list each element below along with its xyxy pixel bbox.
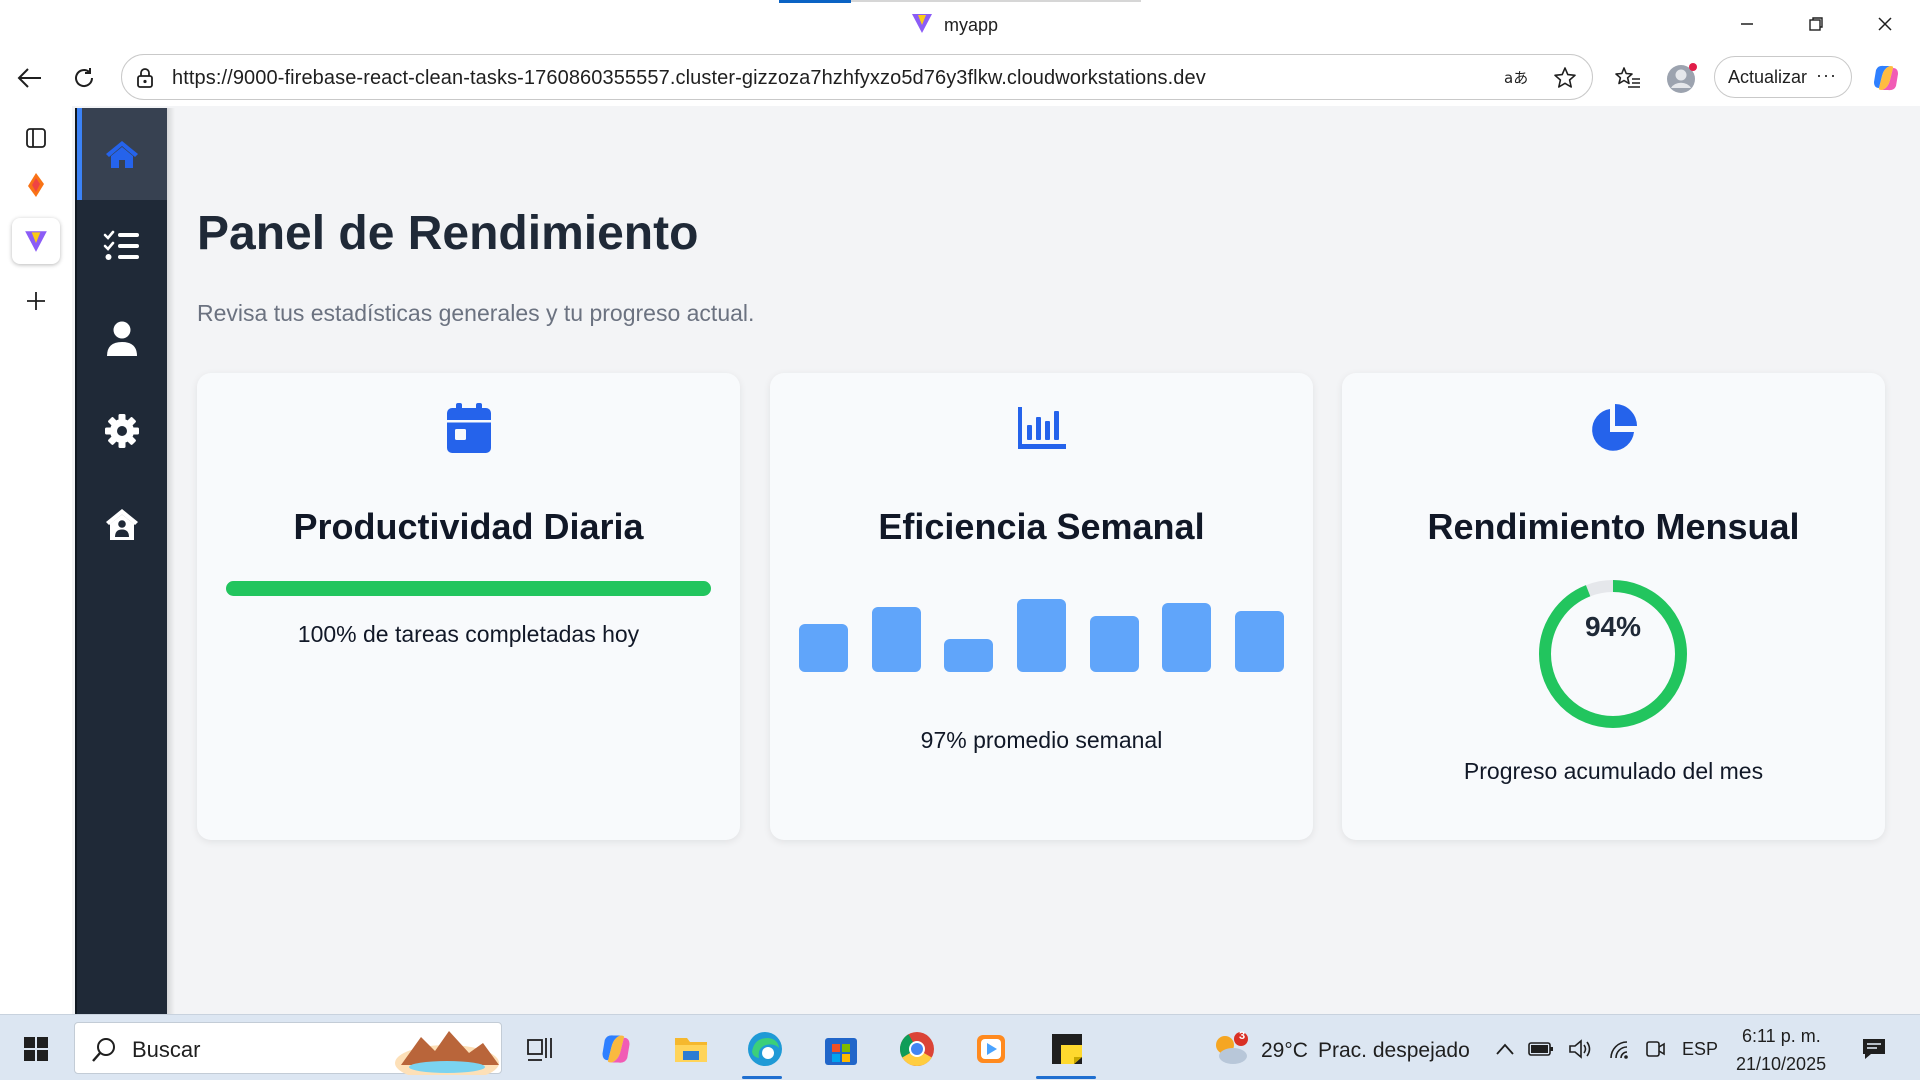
svg-text:aあ: aあ (1504, 69, 1528, 87)
card-title: Productividad Diaria (293, 506, 644, 547)
update-button[interactable]: Actualizar ··· (1714, 56, 1852, 98)
card-title: Rendimiento Mensual (1427, 506, 1800, 547)
back-button[interactable] (10, 60, 50, 96)
monthly-progress-ring: 94% (1537, 578, 1689, 730)
page-title: Panel de Rendimiento (197, 207, 699, 260)
page-subtitle: Revisa tus estadísticas generales y tu p… (197, 300, 755, 326)
card-title: Eficiencia Semanal (878, 506, 1205, 547)
search-placeholder: Buscar (132, 1037, 201, 1062)
card-weekly-efficiency: Eficiencia Semanal 97% promedio semanal (770, 373, 1313, 840)
browser-vertical-tabs (0, 106, 72, 1014)
daily-progress-bar (226, 581, 711, 596)
weather-badge: 3 (1239, 1030, 1246, 1042)
nav-item-tasks[interactable] (77, 200, 167, 292)
refresh-button[interactable] (64, 60, 104, 96)
nav-item-settings[interactable] (77, 385, 167, 477)
tab-actions-button[interactable] (12, 115, 60, 161)
media-player-icon[interactable] (969, 1027, 1013, 1071)
weekly-bar (1235, 610, 1284, 672)
battery-icon[interactable] (1524, 1027, 1558, 1071)
browser-toolbar: https://9000-firebase-react-clean-tasks-… (0, 50, 1920, 106)
user-icon (107, 321, 137, 356)
copilot-taskbar-icon[interactable] (594, 1027, 638, 1071)
favorites-button[interactable] (1608, 60, 1648, 96)
file-explorer-icon[interactable] (669, 1027, 713, 1071)
address-bar[interactable]: https://9000-firebase-react-clean-tasks-… (121, 54, 1593, 100)
edge-taskbar-icon[interactable] (743, 1027, 787, 1071)
close-button[interactable] (1862, 8, 1908, 40)
clock-time[interactable]: 6:11 p. m. (1742, 1026, 1821, 1047)
restore-button[interactable] (1793, 8, 1839, 40)
search-icon (91, 1037, 117, 1068)
weekly-bar (872, 606, 921, 672)
ring-percent-label: 94% (1584, 611, 1642, 642)
lock-icon[interactable] (132, 66, 158, 90)
card-caption: 97% promedio semanal (920, 727, 1163, 753)
windows-start-icon[interactable] (14, 1027, 58, 1071)
home-icon (106, 141, 138, 168)
weather-icon[interactable]: 3 (1209, 1027, 1253, 1071)
active-tab-indicator (779, 0, 851, 3)
nav-item-team[interactable] (77, 478, 167, 570)
sidebar-shadow (167, 108, 175, 1014)
nav-item-home[interactable] (77, 108, 167, 200)
url-text[interactable]: https://9000-firebase-react-clean-tasks-… (172, 67, 1206, 90)
weekly-bar (1017, 598, 1066, 672)
wifi-icon[interactable] (1602, 1027, 1636, 1071)
window-title: myapp (910, 11, 998, 40)
vite-logo-icon (910, 11, 934, 40)
profile-avatar[interactable] (1662, 60, 1702, 96)
nav-item-profile[interactable] (77, 293, 167, 385)
firebase-tab-icon[interactable] (12, 162, 60, 208)
vite-tab-icon[interactable] (12, 218, 60, 264)
card-caption: 100% de tareas completadas hoy (297, 621, 640, 647)
weather-description[interactable]: Prac. despejado (1318, 1039, 1470, 1063)
pie-chart-icon (1342, 401, 1885, 455)
update-label: Actualizar (1728, 66, 1808, 87)
taskbar: Buscar 3 29°C Prac. despejado ESP 6:11 p… (0, 1014, 1920, 1080)
taskbar-search[interactable]: Buscar (74, 1022, 502, 1080)
copilot-icon[interactable] (1866, 60, 1906, 96)
task-view-icon[interactable] (518, 1027, 562, 1071)
chevron-up-icon[interactable] (1488, 1027, 1522, 1071)
weather-temperature[interactable]: 29°C (1261, 1039, 1308, 1063)
card-caption: Progreso acumulado del mes (1463, 758, 1764, 784)
sticky-notes-active-indicator (1036, 1076, 1096, 1079)
volume-icon[interactable] (1563, 1027, 1597, 1071)
more-options-icon[interactable]: ··· (1816, 65, 1837, 86)
minimize-button[interactable] (1724, 8, 1770, 40)
input-language[interactable]: ESP (1682, 1039, 1718, 1060)
clock-date[interactable]: 21/10/2025 (1736, 1054, 1826, 1075)
weekly-bar (1162, 602, 1211, 672)
gear-icon (105, 414, 139, 448)
card-monthly-performance: Rendimiento Mensual 94% Progreso acumula… (1342, 373, 1885, 840)
search-highlight-icon (391, 1023, 503, 1080)
sticky-notes-icon[interactable] (1045, 1027, 1089, 1071)
notifications-icon[interactable] (1852, 1027, 1896, 1071)
calendar-icon (197, 401, 740, 455)
ring-progress-arc (1539, 580, 1687, 728)
edge-active-indicator (742, 1076, 782, 1079)
weekly-bar (799, 623, 848, 672)
microsoft-store-icon[interactable] (819, 1027, 863, 1071)
weekly-bar (944, 639, 993, 672)
house-user-icon (106, 509, 138, 540)
browser-title-bar: myapp (0, 0, 1920, 50)
translate-icon[interactable]: aあ (1504, 66, 1530, 90)
daily-progress-fill (226, 581, 711, 596)
favorite-star-icon[interactable] (1552, 66, 1578, 90)
app-sidebar (75, 108, 167, 1014)
new-tab-button[interactable] (12, 278, 60, 324)
bar-chart-icon (770, 401, 1313, 455)
window-title-text: myapp (944, 15, 999, 35)
chrome-icon[interactable] (895, 1027, 939, 1071)
weekly-bars (799, 573, 1284, 672)
list-check-icon (103, 230, 139, 260)
tab-divider (851, 0, 1141, 2)
weekly-bar (1090, 615, 1139, 672)
camera-icon[interactable] (1638, 1027, 1672, 1071)
card-daily-productivity: Productividad Diaria 100% de tareas comp… (197, 373, 740, 840)
